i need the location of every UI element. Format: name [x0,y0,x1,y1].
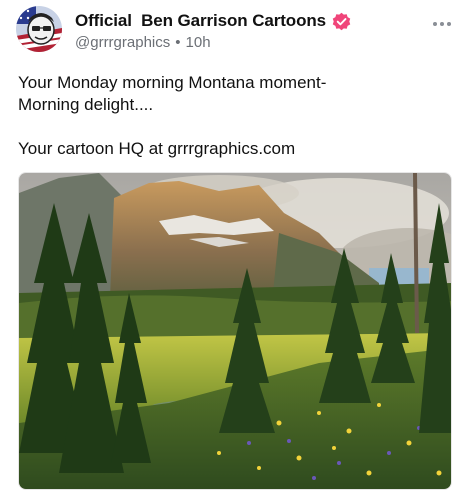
post-image[interactable] [18,172,452,490]
post-text-line: Your cartoon HQ at grrrgraphics.com [18,139,296,158]
author-name-row: Official Ben Garrison Cartoons [75,11,351,31]
author-avatar[interactable] [16,6,62,52]
post-text-line: Morning delight.... [18,95,154,114]
post-text-line: Your Monday morning Montana moment- [18,73,327,92]
author-display-name[interactable]: Official Ben Garrison Cartoons [75,11,326,31]
post-text: Your Monday morning Montana moment- Morn… [18,72,448,160]
more-options-button[interactable] [433,22,451,26]
post-meta: @grrrgraphics • 10h [75,34,211,51]
author-handle[interactable]: @grrrgraphics [75,34,170,51]
verified-badge-icon [332,12,351,31]
post-time[interactable]: 10h [186,34,211,51]
more-horizontal-icon [433,22,437,26]
meta-separator: • [175,34,181,51]
